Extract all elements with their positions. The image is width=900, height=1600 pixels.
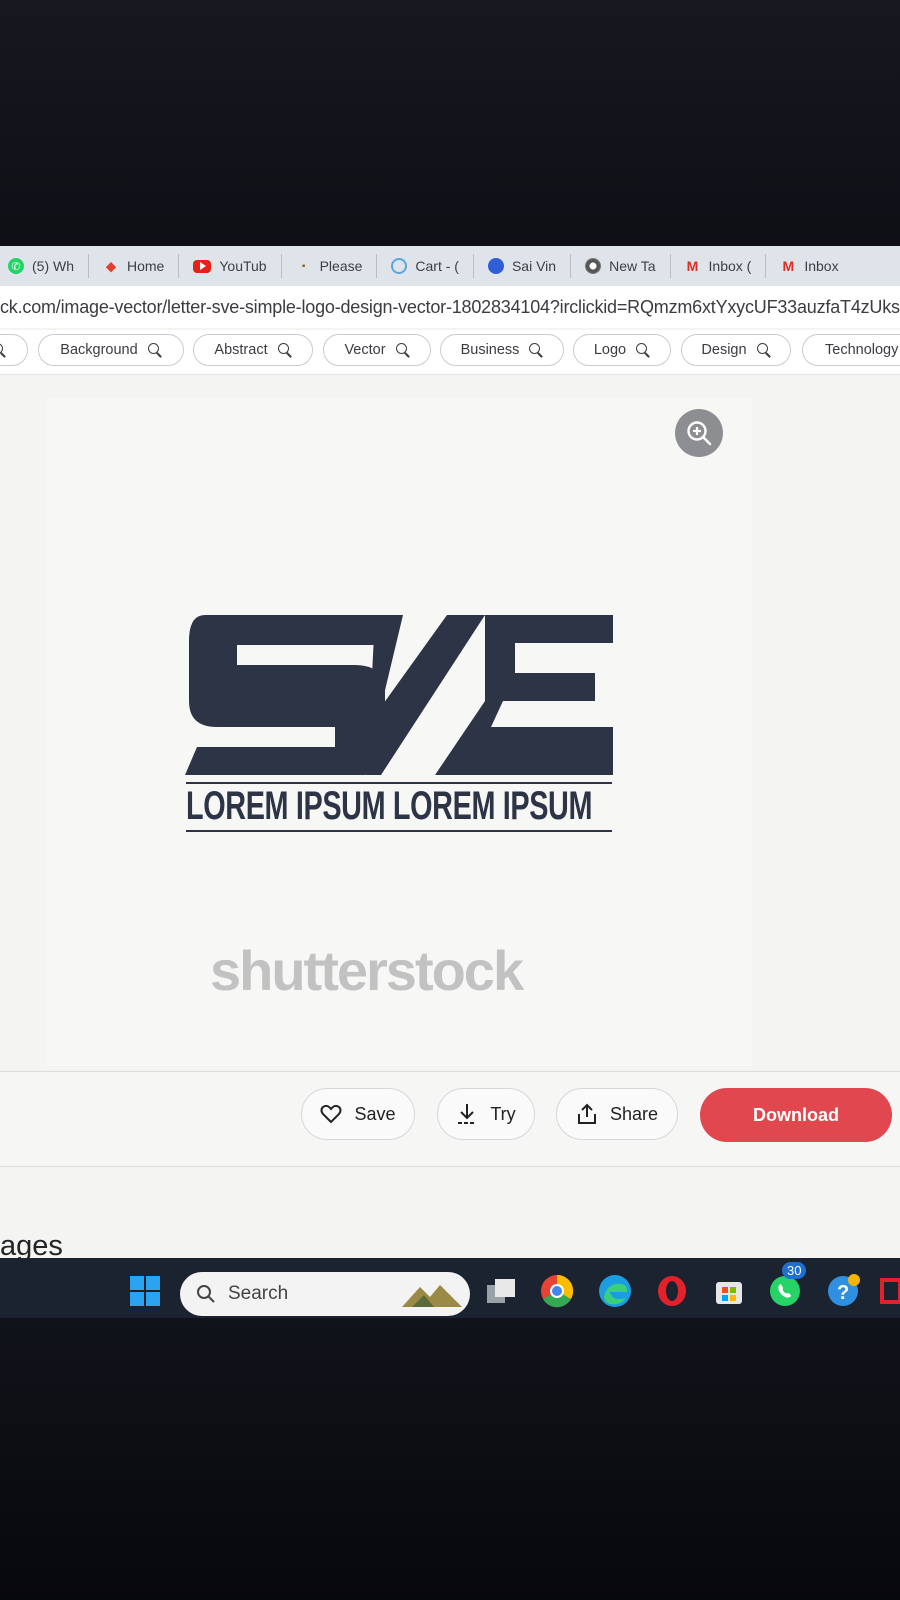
- bookmark-new-tab[interactable]: New Ta: [571, 254, 671, 278]
- chip-vector[interactable]: Vector: [323, 334, 431, 366]
- download-button[interactable]: Download: [700, 1088, 892, 1142]
- gmail-icon: M: [782, 258, 795, 274]
- heart-icon: [320, 1104, 342, 1124]
- microsoft-store-icon: [716, 1282, 742, 1304]
- bookmark-home[interactable]: ⬥ Home: [89, 254, 180, 278]
- bookmark-whatsapp[interactable]: ✆ (5) Wh: [0, 254, 89, 278]
- action-bar: Save Try Share Download: [0, 1071, 900, 1167]
- chrome-taskbar-button[interactable]: [540, 1274, 574, 1308]
- chip-business[interactable]: Business: [440, 334, 564, 366]
- chip-design[interactable]: Design: [681, 334, 791, 366]
- mountain-highlight-icon: [402, 1285, 462, 1307]
- taskbar-search[interactable]: Search: [180, 1272, 470, 1316]
- filter-chips: Background Abstract Vector Business Logo…: [0, 330, 900, 375]
- zoom-button[interactable]: [675, 409, 723, 457]
- chip-partial[interactable]: [0, 334, 28, 366]
- whatsapp-taskbar-button[interactable]: 30: [768, 1262, 807, 1308]
- search-icon: [529, 343, 543, 357]
- share-button[interactable]: Share: [556, 1088, 678, 1140]
- logo-subtitle: LOREM IPSUM LOREM IPSUM: [186, 784, 593, 828]
- chip-abstract[interactable]: Abstract: [193, 334, 313, 366]
- app-icon: [880, 1278, 900, 1304]
- bookmark-inbox-2[interactable]: M Inbox: [766, 254, 852, 278]
- url-text: ck.com/image-vector/letter-sve-simple-lo…: [0, 296, 900, 317]
- chip-technology[interactable]: Technology: [802, 334, 900, 366]
- cart-site-icon: [391, 258, 408, 274]
- browser-window: ✆ (5) Wh ⬥ Home YouTub ▪ Please Cart - ( Sa…: [0, 246, 900, 1258]
- address-bar[interactable]: ck.com/image-vector/letter-sve-simple-lo…: [0, 286, 900, 328]
- bookmark-cart[interactable]: Cart - (: [377, 254, 474, 278]
- subtitle-rule-bottom: [186, 830, 612, 832]
- sve-logo-graphic: [185, 615, 613, 775]
- task-view-button[interactable]: [484, 1274, 518, 1308]
- watermark: shutterstock: [210, 939, 524, 1002]
- save-button[interactable]: Save: [301, 1088, 415, 1140]
- opera-icon: [658, 1276, 686, 1306]
- chip-logo[interactable]: Logo: [573, 334, 671, 366]
- svg-text:?: ?: [837, 1282, 849, 1304]
- site-icon: ▪: [301, 260, 306, 272]
- chrome-icon: [585, 258, 602, 274]
- partial-app-button[interactable]: [878, 1274, 900, 1308]
- bookmark-sai-vin[interactable]: Sai Vin: [474, 254, 572, 278]
- gmail-icon: M: [686, 258, 699, 274]
- bookmark-please[interactable]: ▪ Please: [282, 254, 378, 278]
- bookmark-youtube[interactable]: YouTub: [179, 254, 282, 278]
- task-view-icon: [487, 1279, 515, 1303]
- chip-background[interactable]: Background: [38, 334, 184, 366]
- site-icon: [487, 258, 504, 274]
- search-icon: [395, 343, 410, 357]
- search-icon: [0, 343, 6, 357]
- search-icon: [197, 1285, 215, 1303]
- zoom-in-icon: [687, 421, 712, 446]
- bookmark-inbox-1[interactable]: M Inbox (: [671, 254, 767, 278]
- windows-start-button[interactable]: [128, 1274, 162, 1308]
- help-icon: ?: [828, 1274, 860, 1306]
- monitor-bezel-top: [0, 0, 900, 248]
- home-icon: ⬥: [106, 257, 116, 274]
- download-icon: [458, 1104, 477, 1124]
- search-icon: [636, 343, 650, 357]
- notification-badge: 30: [782, 1262, 807, 1279]
- search-icon: [147, 343, 162, 357]
- section-heading: ages: [0, 1230, 63, 1258]
- search-icon: [277, 343, 292, 357]
- monitor-bezel-bottom: [0, 1318, 900, 1600]
- share-icon: [577, 1103, 596, 1124]
- whatsapp-icon: [770, 1276, 800, 1306]
- search-icon: [756, 343, 771, 357]
- try-button[interactable]: Try: [437, 1088, 535, 1140]
- bookmarks-bar: ✆ (5) Wh ⬥ Home YouTub ▪ Please Cart - ( Sa…: [0, 246, 900, 286]
- help-taskbar-button[interactable]: ?: [826, 1274, 860, 1308]
- edge-icon: [599, 1275, 631, 1307]
- edge-taskbar-button[interactable]: [598, 1274, 632, 1308]
- chrome-icon: [541, 1274, 574, 1308]
- store-taskbar-button[interactable]: [712, 1274, 746, 1308]
- windows-logo-icon: [130, 1276, 160, 1306]
- whatsapp-icon: ✆: [8, 258, 24, 274]
- opera-taskbar-button[interactable]: [655, 1274, 689, 1308]
- windows-taskbar: Search 30 ?: [0, 1258, 900, 1318]
- youtube-icon: [193, 259, 212, 273]
